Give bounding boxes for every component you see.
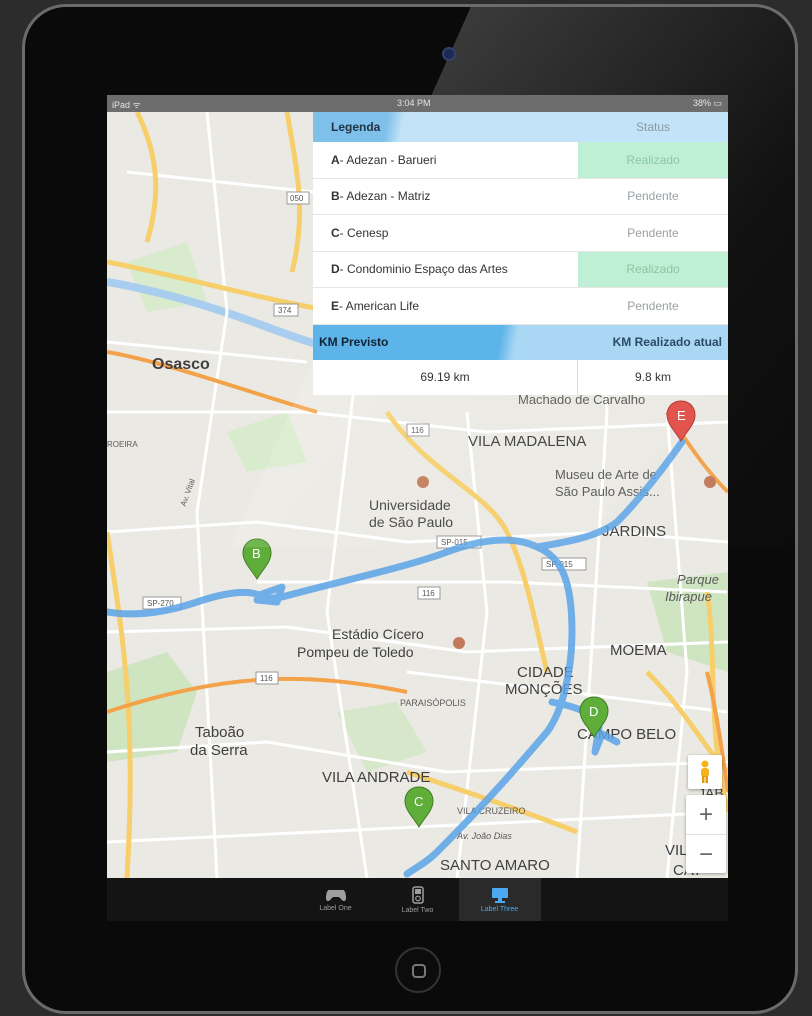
map-label-estadio-1: Estádio Cícero	[332, 626, 424, 642]
marker-e-label: E	[677, 408, 686, 423]
status-time: 3:04 PM	[397, 98, 431, 108]
map-label-vila-madalena: VILA MADALENA	[468, 433, 586, 450]
legend-row-c[interactable]: C - Cenesp Pendente	[313, 215, 728, 252]
stop-name: - Adezan - Matriz	[339, 189, 431, 204]
battery-status: 38% ▭	[692, 98, 722, 108]
carrier-wifi: iPad ᯤ	[112, 100, 141, 110]
stop-status: Pendente	[578, 178, 728, 214]
stop-letter: B	[331, 189, 340, 204]
legend-header: Legenda Status	[313, 112, 728, 142]
stop-name: - Condominio Espaço das Artes	[339, 262, 508, 277]
stop-status: Realizado	[578, 251, 728, 287]
legend-panel: Legenda Status A - Adezan - Barueri Real…	[313, 112, 728, 395]
route-shield-116b: 116	[422, 589, 435, 598]
zoom-out-button[interactable]: −	[686, 835, 726, 874]
poi-usp-icon	[417, 476, 429, 488]
km-realizado-label: KM Realizado atual	[578, 324, 728, 360]
zoom-in-button[interactable]: +	[686, 795, 726, 835]
ipad-device: iPad ᯤ 3:04 PM 38% ▭ Osasco ROEIRA Av. V…	[22, 4, 798, 1014]
tab-label-one[interactable]: Label One	[295, 878, 377, 921]
map-label-parque-1: Parque	[677, 572, 719, 587]
tab-label-two[interactable]: Label Two	[377, 878, 459, 921]
km-values: 69.19 km 9.8 km	[313, 359, 728, 395]
monitor-icon	[491, 887, 508, 903]
gamepad-icon	[325, 889, 346, 901]
stop-status: Pendente	[578, 288, 728, 324]
tab-label: Label One	[319, 904, 352, 912]
map-label-vila-andrade: VILA ANDRADE	[322, 769, 430, 786]
map-label-usp-1: Universidade	[369, 497, 451, 513]
zoom-control: + −	[686, 795, 726, 873]
marker-d-label: D	[589, 704, 598, 719]
map-label-taboao-2: da Serra	[190, 742, 248, 759]
home-square-icon	[412, 964, 426, 978]
route-shield-050: 050	[290, 194, 304, 203]
stop-name: - Cenesp	[339, 225, 389, 240]
km-previsto-value: 69.19 km	[313, 359, 578, 395]
ipad-screen: iPad ᯤ 3:04 PM 38% ▭ Osasco ROEIRA Av. V…	[107, 95, 728, 921]
map-label-parque-2: Ibirapue	[665, 589, 712, 604]
stop-name: - Adezan - Barueri	[339, 152, 437, 167]
route-shield-374: 374	[278, 306, 292, 315]
stop-status: Pendente	[578, 215, 728, 251]
map-label-cidade-2: MONÇÕES	[505, 681, 583, 698]
stop-letter: A	[331, 152, 340, 167]
map-label-vila-cruzeiro: VILA CRUZEIRO	[457, 806, 526, 816]
legend-row-b[interactable]: B - Adezan - Matriz Pendente	[313, 178, 728, 215]
marker-c-label: C	[414, 794, 423, 809]
map-label-moema: MOEMA	[610, 642, 667, 659]
map-label-taboao-1: Taboão	[195, 724, 244, 741]
map-label-paraisopolis: PARAISÓPOLIS	[400, 698, 466, 708]
ipod-icon	[411, 885, 424, 904]
home-button[interactable]	[395, 947, 441, 993]
pegman-icon	[701, 760, 709, 783]
map-label-santo-amaro: SANTO AMARO	[440, 857, 550, 874]
km-previsto-label: KM Previsto	[313, 324, 578, 360]
map-label-roeira: ROEIRA	[107, 440, 138, 449]
stop-name: - American Life	[339, 298, 420, 313]
map-label-estadio-2: Pompeu de Toledo	[297, 644, 414, 660]
legend-header-title: Legenda	[313, 112, 578, 142]
tab-label: Label Three	[480, 905, 519, 913]
status-bar: iPad ᯤ 3:04 PM 38% ▭	[107, 95, 728, 112]
route-shield-116c: 116	[260, 674, 273, 683]
marker-b-label: B	[252, 546, 261, 561]
legend-row-a[interactable]: A - Adezan - Barueri Realizado	[313, 142, 728, 179]
poi-museu-icon	[704, 476, 716, 488]
tab-label-three[interactable]: Label Three	[458, 878, 541, 921]
legend-row-e[interactable]: E - American Life Pendente	[313, 288, 728, 325]
km-realizado-value: 9.8 km	[578, 359, 728, 395]
stop-letter: C	[331, 225, 340, 240]
tab-label: Label Two	[401, 906, 434, 914]
legend-row-d[interactable]: D - Condominio Espaço das Artes Realizad…	[313, 251, 728, 288]
legend-header-status: Status	[578, 112, 728, 142]
map-label-usp-2: de São Paulo	[369, 514, 453, 530]
map-label-museu-1: Museu de Arte de	[555, 467, 657, 482]
tab-bar: Label One Label Two Label Three	[107, 878, 728, 921]
camera-lens	[442, 47, 456, 61]
poi-estadio-icon	[453, 637, 465, 649]
km-header: KM Previsto KM Realizado atual	[313, 324, 728, 360]
stop-letter: E	[331, 298, 340, 313]
map-label-av-joao: Av. João Dias	[456, 831, 512, 841]
stop-letter: D	[331, 262, 340, 277]
route-shield-116a: 116	[411, 426, 424, 435]
street-view-pegman-button[interactable]	[688, 755, 722, 789]
stop-status: Realizado	[578, 142, 728, 178]
map-label-osasco: Osasco	[152, 356, 210, 373]
